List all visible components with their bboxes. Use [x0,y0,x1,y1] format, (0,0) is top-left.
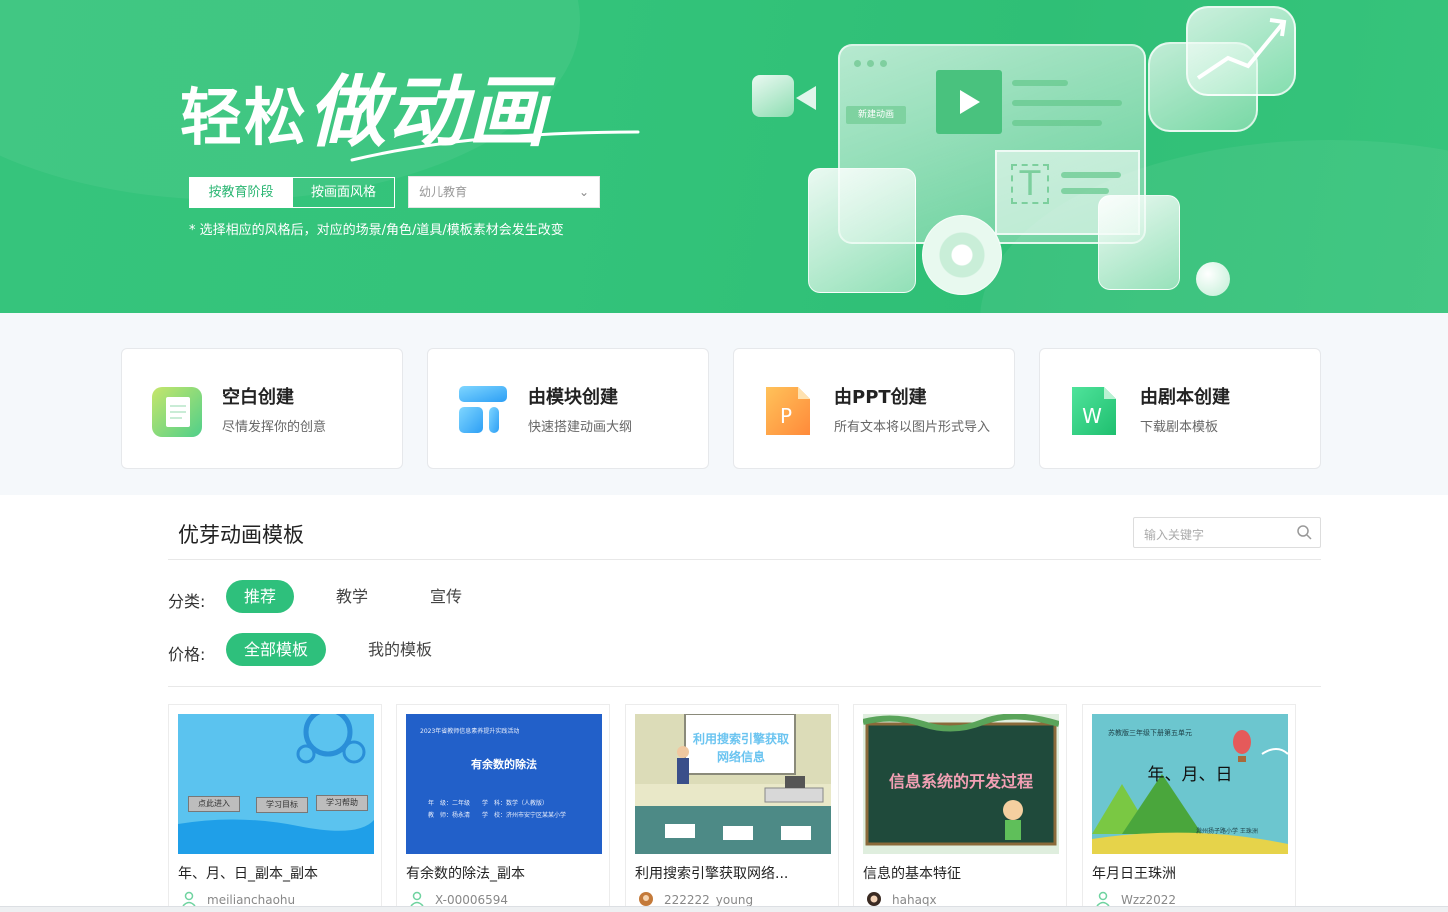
disc-icon [922,215,1002,295]
template-thumbnail[interactable]: 利用搜索引擎获取网络信息 [635,714,831,854]
camera-lens-shape [796,86,816,110]
illustration-ball [1196,262,1230,296]
template-author: meiliancha​ohu [207,893,296,907]
category-tab-teaching[interactable]: 教学 [320,580,384,613]
template-name[interactable]: 年、月、日_副本_副本 [178,863,318,883]
thumb-meta: 年 级：二年级 学 科：数学（人教版） [428,800,549,807]
stage-select[interactable]: 幼儿教育 ⌄ [408,176,600,208]
template-card[interactable]: 2023年省教师信息素养提升实践活动 有余数的除法 年 级：二年级 学 科：数学… [396,704,610,912]
template-author: Wzz2022 [1121,893,1177,907]
illustration-cube [808,168,916,293]
create-ppt-card[interactable]: P 由PPT创建 所有文本将以图片形式导入 [733,348,1015,469]
template-thumbnail[interactable]: 信息系统的开发过程 [863,714,1059,854]
illustration-line [1061,188,1109,194]
hero-illustration: 新建动画 T [740,0,1300,313]
category-label: 分类: [168,592,206,611]
module-blocks-icon [459,386,507,433]
segment-by-style[interactable]: 按画面风格 [292,178,394,207]
template-name[interactable]: 有余数的除法_副本 [406,863,525,883]
price-tab-mine[interactable]: 我的模板 [352,633,448,666]
thumb-header: 2023年省教师信息素养提升实践活动 [420,728,520,735]
illustration-line [1012,100,1122,106]
user-icon [182,891,196,907]
thumb-meta: 教 师：杨永清 学 校：济州市安宁区某某小学 [428,812,567,819]
svg-text:P: P [780,404,792,428]
illustration-line [1012,80,1068,86]
thumb-button: 学习帮助 [316,795,368,811]
text-tool-icon: T [1011,164,1049,204]
title-swoosh [350,130,640,162]
play-icon [936,70,1002,134]
horizontal-scrollbar[interactable] [0,906,1448,912]
section-title: 优芽动画模板 [178,523,304,547]
template-card[interactable]: 苏教版三年级下册第五单元 年、月、日 滁州扬子路小学 王珠洲 年月日王珠洲 Wz… [1082,704,1296,912]
template-thumbnail[interactable]: 苏教版三年级下册第五单元 年、月、日 滁州扬子路小学 王珠洲 [1092,714,1288,854]
create-script-card[interactable]: W 由剧本创建 下载剧本模板 [1039,348,1321,469]
chart-bubble-icon [1186,6,1296,96]
word-file-icon: W [1072,387,1116,435]
segment-by-edu-stage[interactable]: 按教育阶段 [190,178,292,207]
thumb-button: 学习目标 [256,797,308,813]
user-icon [410,891,424,907]
divider [168,559,1321,560]
card-title: 由PPT创建 [834,387,927,408]
thumb-header: 苏教版三年级下册第五单元 [1108,729,1192,737]
card-subtitle: 快速搭建动画大纲 [528,420,633,435]
svg-text:W: W [1082,404,1102,428]
template-name[interactable]: 利用搜索引擎获取网络... [635,863,788,883]
thumb-title: 有余数的除法 [471,758,537,771]
thumb-board-text: 利用搜索引擎获取网络信息 [692,732,789,764]
illustration-line [1012,120,1102,126]
template-thumbnail[interactable]: 2023年省教师信息素养提升实践活动 有余数的除法 年 级：二年级 学 科：数学… [406,714,602,854]
card-subtitle: 所有文本将以图片形式导入 [834,420,991,435]
category-tab-promo[interactable]: 宣传 [414,580,478,613]
illustration-line [1061,172,1121,178]
hero-title-part1: 轻松 [180,81,309,154]
thumb-footer: 滁州扬子路小学 王珠洲 [1196,828,1258,835]
price-tab-all[interactable]: 全部模板 [226,633,326,666]
template-author: X-00006594 [435,893,509,907]
hero-banner: 轻松做动画 按教育阶段 按画面风格 幼儿教育 ⌄ * 选择相应的风格后，对应的场… [0,0,1448,313]
divider [168,686,1321,687]
card-subtitle: 下载剧本模板 [1140,420,1219,435]
template-card[interactable]: 点此进入 学习目标 学习帮助 年、月、日_副本_副本 meiliancha​oh… [168,704,382,912]
category-tab-recommend[interactable]: 推荐 [226,580,294,613]
new-animation-tag: 新建动画 [846,106,906,124]
card-title: 空白创建 [222,387,294,408]
window-dots [854,60,887,67]
template-search[interactable]: 输入关键字 [1133,517,1321,548]
template-thumbnail[interactable]: 点此进入 学习目标 学习帮助 [178,714,374,854]
chevron-down-icon: ⌄ [578,185,589,199]
card-title: 由模块创建 [528,387,618,408]
avatar-icon [867,892,881,906]
filter-segment: 按教育阶段 按画面风格 [189,177,395,208]
user-icon [1096,891,1110,907]
stage-select-value: 幼儿教育 [419,185,468,199]
thumb-title: 年、月、日 [1147,765,1233,785]
card-subtitle: 尽情发挥你的创意 [222,420,327,435]
card-title: 由剧本创建 [1140,387,1230,408]
template-card[interactable]: 信息系统的开发过程 信息的基本特征 hahaqx [853,704,1067,912]
avatar-icon [639,892,653,906]
thumb-button: 点此进入 [188,796,240,812]
create-blank-card[interactable]: 空白创建 尽情发挥你的创意 [121,348,403,469]
ppt-file-icon: P [766,387,810,435]
search-input[interactable]: 输入关键字 [1144,526,1204,543]
template-name[interactable]: 年月日王珠洲 [1092,863,1176,883]
template-author: 222222_young [664,893,754,907]
template-author: hahaqx [892,893,937,907]
template-card[interactable]: 利用搜索引擎获取网络信息 利用搜索引擎获取网络... 222222_young [625,704,839,912]
price-label: 价格: [168,645,206,664]
illustration-cube [1098,195,1180,290]
create-module-card[interactable]: 由模块创建 快速搭建动画大纲 [427,348,709,469]
template-name[interactable]: 信息的基本特征 [863,863,961,883]
hero-note: * 选择相应的风格后，对应的场景/角色/道具/模板素材会发生改变 [189,223,564,238]
camera-icon [752,75,794,117]
blank-document-icon [152,387,202,437]
search-icon[interactable] [1296,524,1312,540]
thumb-board-text: 信息系统的开发过程 [888,772,1033,791]
